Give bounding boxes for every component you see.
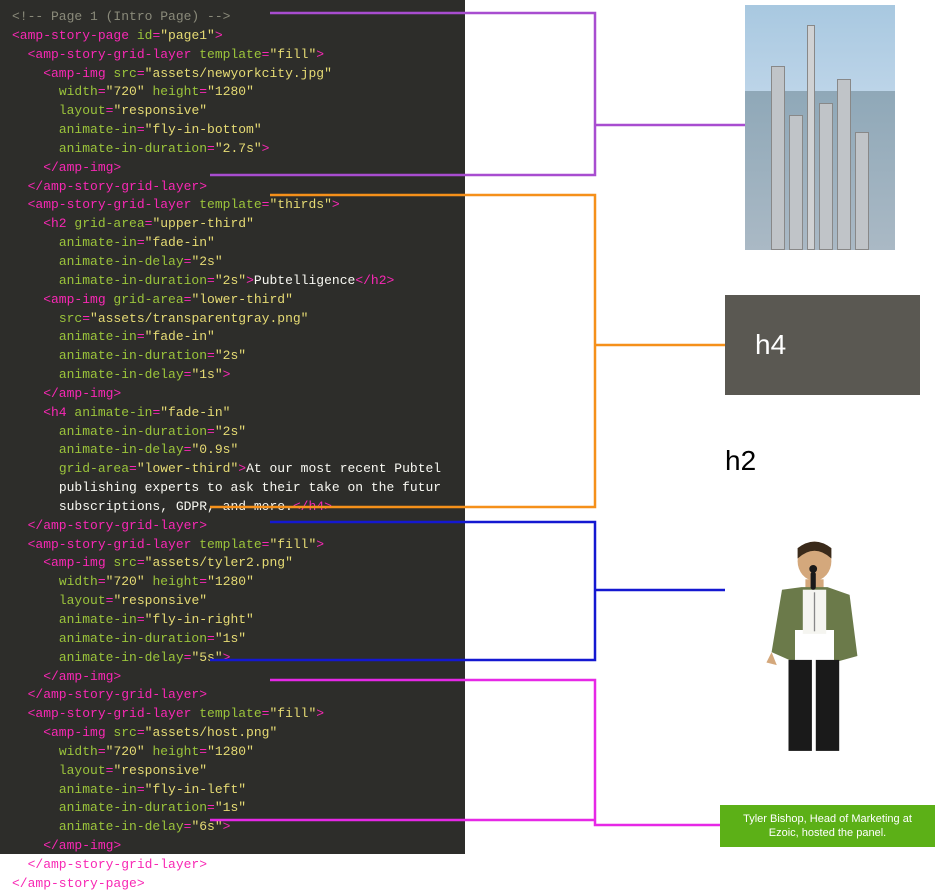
code-line: </amp-story-grid-layer> [12, 517, 453, 536]
code-line: width="720" height="1280" [12, 573, 453, 592]
code-line: <amp-story-grid-layer template="fill"> [12, 536, 453, 555]
code-line: layout="responsive" [12, 762, 453, 781]
code-line: animate-in-delay="1s"> [12, 366, 453, 385]
code-line: </amp-story-grid-layer> [12, 856, 453, 875]
caption-text: Tyler Bishop, Head of Marketing at Ezoic… [728, 812, 927, 841]
code-line: <h2 grid-area="upper-third" [12, 215, 453, 234]
code-line: src="assets/transparentgray.png" [12, 310, 453, 329]
preview-caption: Tyler Bishop, Head of Marketing at Ezoic… [720, 805, 935, 847]
code-line: </amp-img> [12, 159, 453, 178]
code-line: grid-area="lower-third">At our most rece… [12, 460, 453, 479]
code-line: </amp-img> [12, 385, 453, 404]
code-line: <amp-story-grid-layer template="fill"> [12, 46, 453, 65]
h2-label: h2 [725, 445, 756, 477]
h4-label: h4 [755, 329, 786, 361]
code-line: <amp-img src="assets/newyorkcity.jpg" [12, 65, 453, 84]
code-line: animate-in-delay="6s"> [12, 818, 453, 837]
code-line: animate-in-delay="5s"> [12, 649, 453, 668]
code-line: animate-in-duration="1s" [12, 799, 453, 818]
code-line: </amp-img> [12, 837, 453, 856]
code-line: width="720" height="1280" [12, 743, 453, 762]
code-editor: <!-- Page 1 (Intro Page) --><amp-story-p… [0, 0, 465, 854]
code-line: <amp-img src="assets/tyler2.png" [12, 554, 453, 573]
code-line: animate-in-duration="2s" [12, 423, 453, 442]
preview-tyler [725, 505, 890, 780]
code-line: <amp-img grid-area="lower-third" [12, 291, 453, 310]
code-line: <!-- Page 1 (Intro Page) --> [12, 8, 453, 27]
code-line: <amp-story-grid-layer template="thirds"> [12, 196, 453, 215]
code-line: animate-in="fly-in-left" [12, 781, 453, 800]
code-line: </amp-story-grid-layer> [12, 178, 453, 197]
code-line: </amp-story-grid-layer> [12, 686, 453, 705]
code-line: width="720" height="1280" [12, 83, 453, 102]
code-line: animate-in="fade-in" [12, 328, 453, 347]
code-line: animate-in="fade-in" [12, 234, 453, 253]
code-line: layout="responsive" [12, 592, 453, 611]
preview-newyorkcity [745, 5, 895, 250]
code-line: subscriptions, GDPR, and more.</h4> [12, 498, 453, 517]
code-line: animate-in-duration="2s">Pubtelligence</… [12, 272, 453, 291]
code-line: <amp-story-page id="page1"> [12, 27, 453, 46]
code-line: animate-in-delay="0.9s" [12, 441, 453, 460]
code-line: animate-in-delay="2s" [12, 253, 453, 272]
code-line: publishing experts to ask their take on … [12, 479, 453, 498]
code-line: animate-in="fly-in-right" [12, 611, 453, 630]
code-line: animate-in-duration="2.7s"> [12, 140, 453, 159]
code-line: animate-in-duration="1s" [12, 630, 453, 649]
code-line: <amp-img src="assets/host.png" [12, 724, 453, 743]
code-line: </amp-story-page> [12, 875, 453, 894]
code-line: animate-in-duration="2s" [12, 347, 453, 366]
code-line: <amp-story-grid-layer template="fill"> [12, 705, 453, 724]
code-line: layout="responsive" [12, 102, 453, 121]
code-line: </amp-img> [12, 668, 453, 687]
code-line: animate-in="fly-in-bottom" [12, 121, 453, 140]
preview-h4-box: h4 [725, 295, 920, 395]
code-line: <h4 animate-in="fade-in" [12, 404, 453, 423]
